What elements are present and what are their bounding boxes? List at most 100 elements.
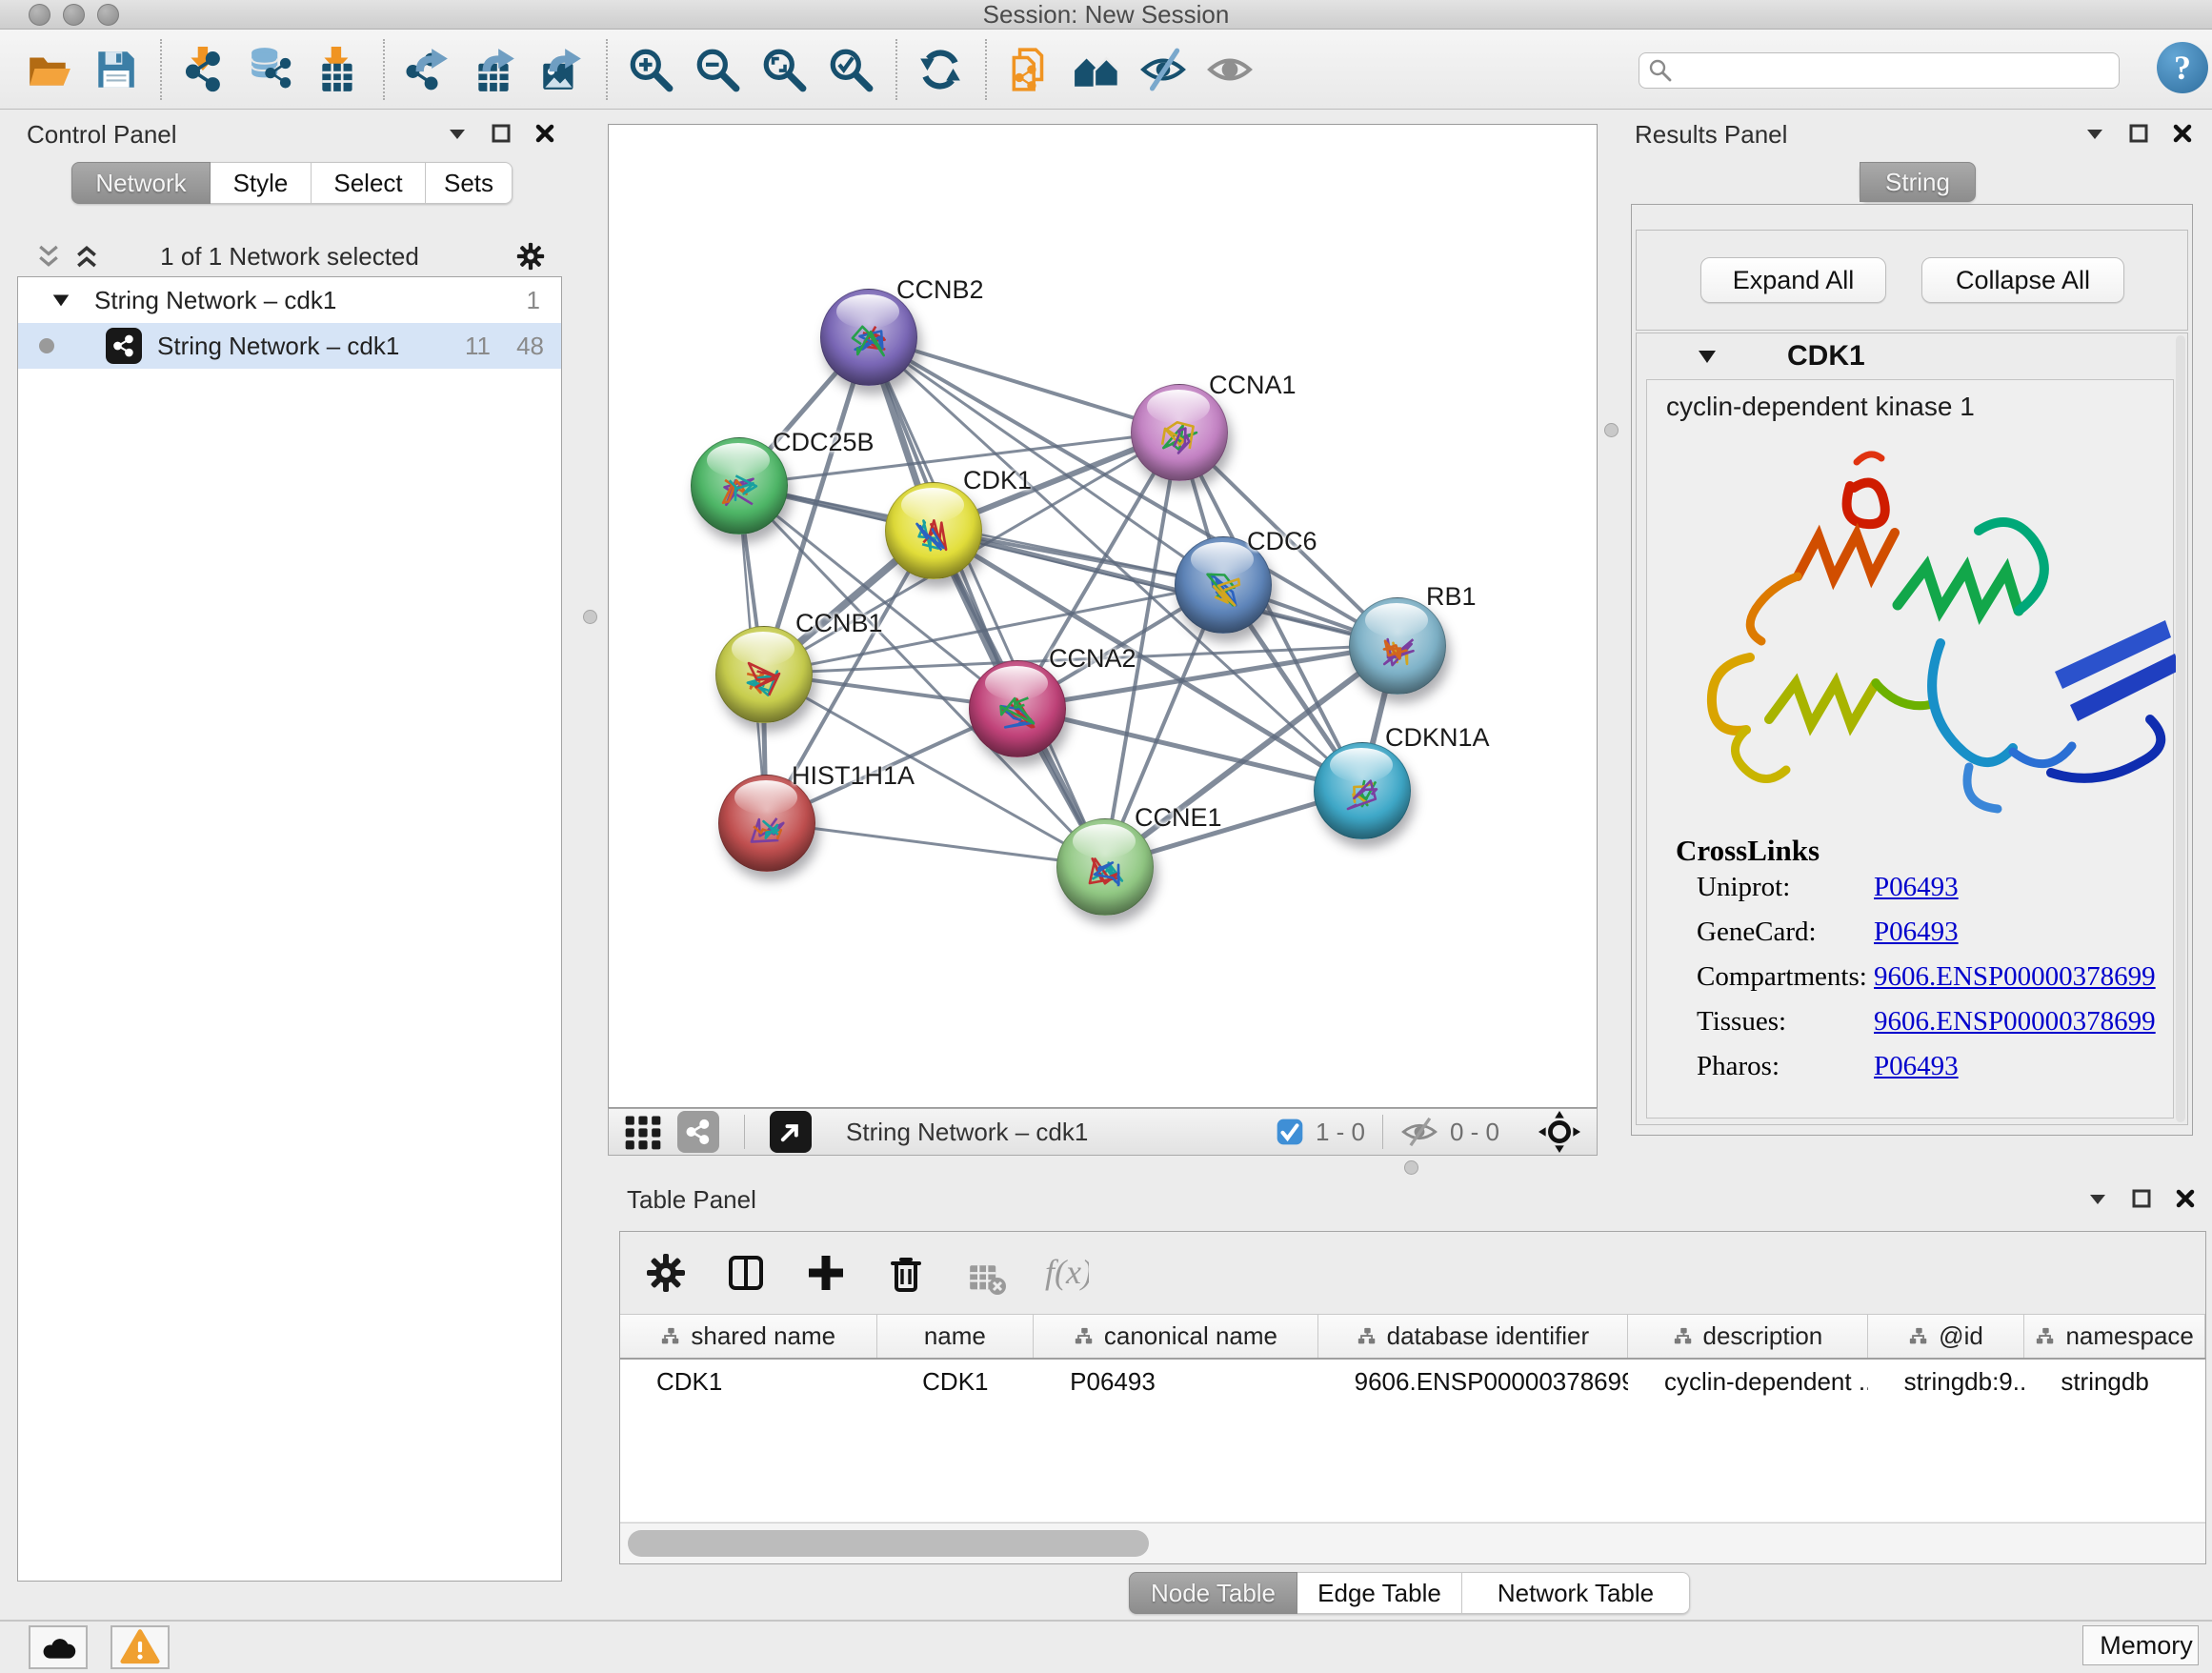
float-panel-icon[interactable] (2127, 122, 2150, 145)
zoom-in-button[interactable] (625, 43, 678, 96)
detach-view-icon[interactable] (770, 1111, 812, 1153)
cell-databaseidentifier[interactable]: 9606.ENSP00000378699 (1318, 1360, 1628, 1403)
network-node-cdkn1a[interactable] (1314, 742, 1411, 839)
tab-edge-table[interactable]: Edge Table (1297, 1572, 1462, 1614)
show-all-button[interactable] (1204, 43, 1257, 96)
close-panel-icon[interactable] (533, 122, 556, 145)
collection-expander-icon[interactable] (50, 290, 71, 311)
tab-select[interactable]: Select (312, 162, 426, 204)
open-session-button[interactable] (23, 43, 76, 96)
zoom-out-button[interactable] (692, 43, 745, 96)
apply-layout-button[interactable] (915, 43, 968, 96)
export-network-button[interactable] (402, 43, 455, 96)
crosslink-link[interactable]: 9606.ENSP00000378699 (1874, 961, 2156, 993)
cell-id[interactable]: stringdb:9... (1868, 1360, 2025, 1403)
table-add-button[interactable] (799, 1245, 855, 1300)
network-node-rb1[interactable] (1349, 597, 1446, 695)
network-edge[interactable] (1016, 708, 1361, 790)
cell-sharedname[interactable]: CDK1 (620, 1360, 877, 1403)
table-row[interactable]: CDK1CDK1P064939606.ENSP00000378699cyclin… (620, 1360, 2205, 1403)
table-delete-button[interactable] (879, 1245, 935, 1300)
export-image-button[interactable] (535, 43, 589, 96)
tab-sets[interactable]: Sets (426, 162, 513, 204)
cell-namespace[interactable]: stringdb (2024, 1360, 2205, 1403)
network-collection-row[interactable]: String Network – cdk1 1 (18, 277, 561, 323)
expand-all-button[interactable]: Expand All (1700, 257, 1886, 303)
tab-string[interactable]: String (1860, 162, 1976, 202)
import-database-icon (248, 46, 295, 93)
network-row-selected[interactable]: String Network – cdk1 11 48 (18, 323, 561, 369)
node-entry-header[interactable]: CDK1 (1637, 333, 2187, 379)
float-panel-icon[interactable] (2130, 1187, 2153, 1210)
results-scrollbar[interactable] (2176, 335, 2185, 1122)
collapse-all-icon[interactable] (34, 242, 63, 271)
column-header-namespace[interactable]: namespace (2024, 1315, 2205, 1358)
bottom-splitter-handle[interactable] (1404, 1160, 1418, 1175)
grid-view-icon[interactable] (622, 1111, 664, 1153)
collapse-all-button[interactable]: Collapse All (1921, 257, 2124, 303)
column-header-sharedname[interactable]: shared name (620, 1315, 877, 1358)
tab-node-table[interactable]: Node Table (1129, 1572, 1297, 1614)
network-node-ccnb1[interactable] (715, 626, 813, 723)
table-gear-button[interactable] (639, 1245, 694, 1300)
cell-description[interactable]: cyclin-dependent ... (1628, 1360, 1868, 1403)
duplicate-network-button[interactable] (1004, 43, 1057, 96)
column-header-canonicalname[interactable]: canonical name (1034, 1315, 1317, 1358)
cell-name[interactable]: CDK1 (877, 1360, 1035, 1403)
cell-canonicalname[interactable]: P06493 (1034, 1360, 1317, 1403)
table-columns-button[interactable] (719, 1245, 774, 1300)
search-input[interactable] (1639, 52, 2120, 89)
table-fx-button[interactable]: f(x) (1039, 1245, 1095, 1300)
close-panel-icon[interactable] (2174, 1187, 2197, 1210)
table-toolbar: f(x) (639, 1240, 1095, 1306)
protein-thumbnail (709, 459, 770, 520)
panel-menu-icon[interactable] (446, 122, 469, 145)
column-header-name[interactable]: name (877, 1315, 1035, 1358)
export-table-button[interactable] (469, 43, 522, 96)
memory-button[interactable]: Memory (2082, 1625, 2199, 1665)
import-database-button[interactable] (246, 43, 299, 96)
zoom-fit-button[interactable] (758, 43, 812, 96)
tab-network-table[interactable]: Network Table (1462, 1572, 1690, 1614)
birds-eye-view-icon[interactable] (1538, 1110, 1581, 1154)
entry-expander-icon[interactable] (1696, 345, 1719, 368)
table-destroy-button[interactable] (959, 1245, 1015, 1300)
right-splitter-handle[interactable] (1604, 423, 1619, 437)
hide-selected-button[interactable] (1137, 43, 1191, 96)
left-splitter-handle[interactable] (583, 610, 597, 624)
crosslink-link[interactable]: P06493 (1874, 1051, 1959, 1082)
network-node-cdk1[interactable] (885, 482, 982, 579)
first-neighbors-button[interactable] (1071, 43, 1124, 96)
column-header-databaseidentifier[interactable]: database identifier (1318, 1315, 1628, 1358)
column-header-id[interactable]: @id (1868, 1315, 2025, 1358)
selected-checkbox-icon[interactable] (1276, 1118, 1304, 1146)
hidden-eye-icon[interactable] (1400, 1113, 1438, 1151)
crosslink-link[interactable]: 9606.ENSP00000378699 (1874, 1006, 2156, 1038)
network-node-ccna2[interactable] (969, 660, 1066, 757)
panel-menu-icon[interactable] (2086, 1187, 2109, 1210)
network-edge[interactable] (766, 822, 1104, 866)
save-session-button[interactable] (90, 43, 143, 96)
network-node-ccne1[interactable] (1056, 818, 1154, 916)
network-canvas[interactable]: CCNB2CCNA1CDC25BCDK1CDC6RB1CCNB1CCNA2CDK… (608, 124, 1598, 1108)
panel-menu-icon[interactable] (2083, 122, 2106, 145)
crosslink-label: Tissues: (1697, 1006, 1786, 1037)
close-panel-icon[interactable] (2171, 122, 2194, 145)
zoom-selected-button[interactable] (825, 43, 878, 96)
import-table-button[interactable] (312, 43, 366, 96)
crosslink-link[interactable]: P06493 (1874, 917, 1959, 948)
network-edges-layer (609, 125, 1597, 1107)
scrollbar-thumb[interactable] (628, 1530, 1149, 1557)
warning-status-button[interactable] (111, 1625, 170, 1669)
crosslink-link[interactable]: P06493 (1874, 872, 1959, 903)
tab-style[interactable]: Style (211, 162, 312, 204)
import-network-button[interactable] (179, 43, 232, 96)
help-button[interactable]: ? (2157, 42, 2208, 93)
network-view-type-icon[interactable] (677, 1111, 719, 1153)
column-header-description[interactable]: description (1628, 1315, 1868, 1358)
tab-network[interactable]: Network (71, 162, 211, 204)
float-panel-icon[interactable] (490, 122, 513, 145)
expand-all-icon[interactable] (72, 242, 101, 271)
cloud-status-button[interactable] (29, 1625, 88, 1669)
network-options-gear-icon[interactable] (514, 240, 547, 272)
